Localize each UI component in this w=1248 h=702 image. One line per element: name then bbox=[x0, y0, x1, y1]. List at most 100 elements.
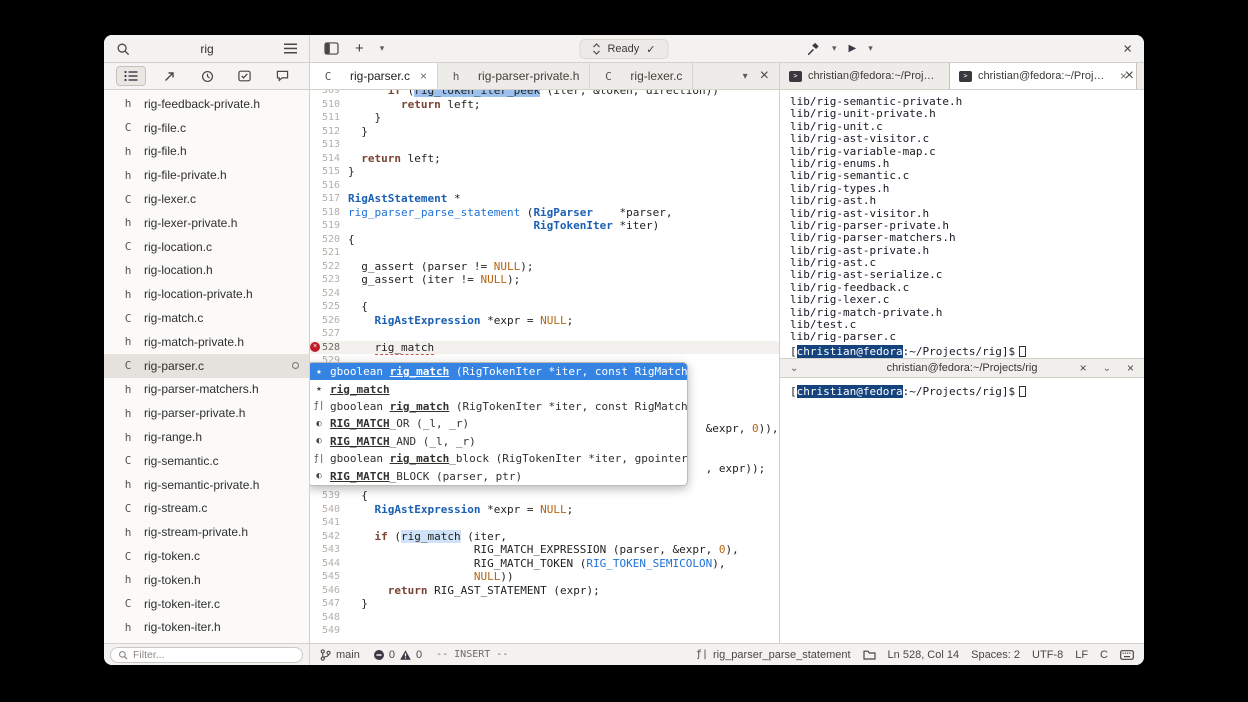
terminal-tab[interactable]: > christian@fedora:~/Projects/rig × bbox=[949, 63, 1138, 89]
new-document-button[interactable]: + bbox=[355, 41, 364, 56]
code-line[interactable]: 523 g_assert (iter != NULL); bbox=[310, 273, 779, 287]
branch-indicator[interactable]: main bbox=[320, 649, 360, 661]
file-item[interactable]: h rig-semantic-private.h bbox=[104, 473, 309, 497]
file-item[interactable]: Crig-file.c bbox=[104, 116, 309, 140]
code-line[interactable]: 543 RIG_MATCH_EXPRESSION (parser, &expr,… bbox=[310, 543, 779, 557]
code-line[interactable]: 546 return RIG_AST_STATEMENT (expr); bbox=[310, 584, 779, 598]
code-line[interactable]: 525 { bbox=[310, 300, 779, 314]
file-item[interactable]: h rig-location.h bbox=[104, 259, 309, 283]
indentation-setting[interactable]: Spaces: 2 bbox=[971, 649, 1020, 661]
code-line[interactable]: 514 return left; bbox=[310, 152, 779, 166]
file-item[interactable]: Crig-location.c bbox=[104, 235, 309, 259]
sidebar-rail-todo-icon[interactable] bbox=[230, 66, 259, 86]
editor-tab[interactable]: h rig-parser-private.h bbox=[438, 63, 591, 89]
run-icon[interactable]: ▶ bbox=[849, 43, 857, 54]
diagnostics-indicator[interactable]: 0 0 bbox=[373, 649, 422, 661]
menu-icon[interactable] bbox=[284, 43, 297, 54]
file-item[interactable]: h rig-parser-private.h bbox=[104, 401, 309, 425]
code-line[interactable]: 512 } bbox=[310, 125, 779, 139]
toggle-panel-icon[interactable] bbox=[324, 42, 339, 55]
folder-icon[interactable] bbox=[862, 649, 876, 660]
run-options-chevron-icon[interactable]: ▾ bbox=[868, 43, 873, 54]
code-line[interactable]: 539 { bbox=[310, 489, 779, 503]
code-line[interactable]: 518 rig_parser_parse_statement (RigParser… bbox=[310, 206, 779, 220]
code-line[interactable]: 517 RigAstStatement * bbox=[310, 192, 779, 206]
pane-chevron-icon[interactable]: ⌄ bbox=[790, 363, 798, 374]
keyboard-icon[interactable] bbox=[1120, 649, 1134, 660]
bottom-terminal[interactable]: [christian@fedora:~/Projects/rig]$ bbox=[780, 378, 1144, 643]
file-item[interactable]: h rig-token.h bbox=[104, 568, 309, 592]
file-item[interactable]: h rig-token-iter.h bbox=[104, 616, 309, 640]
file-item[interactable]: h rig-match-private.h bbox=[104, 330, 309, 354]
code-line[interactable]: 542 if (rig_match (iter, bbox=[310, 529, 779, 544]
close-tab-icon[interactable]: × bbox=[420, 69, 427, 83]
pane-menu-chevron-icon[interactable]: ⌄ bbox=[1103, 363, 1111, 374]
code-line[interactable]: × 528 rig_match bbox=[310, 340, 779, 355]
file-item[interactable]: Crig-lexer.c bbox=[104, 187, 309, 211]
file-item[interactable]: h rig-file-private.h bbox=[104, 163, 309, 187]
code-line[interactable]: 513 bbox=[310, 138, 779, 152]
file-item[interactable]: Crig-match.c bbox=[104, 306, 309, 330]
file-item[interactable]: Crig-stream.c bbox=[104, 497, 309, 521]
search-icon[interactable] bbox=[116, 42, 130, 56]
code-editor[interactable]: 509 if (rig_token_iter_peek (iter, &toke… bbox=[310, 90, 779, 643]
file-item[interactable]: h rig-range.h bbox=[104, 425, 309, 449]
code-line[interactable]: 526 RigAstExpression *expr = NULL; bbox=[310, 314, 779, 328]
completion-item[interactable]: ★ rig_match bbox=[310, 380, 687, 397]
completion-item[interactable]: ★ gboolean rig_match (RigTokenIter *iter,… bbox=[310, 363, 687, 381]
filter-input[interactable]: Filter... bbox=[110, 646, 303, 663]
file-item[interactable]: h rig-lexer-private.h bbox=[104, 211, 309, 235]
sidebar-rail-history-icon[interactable] bbox=[193, 66, 222, 87]
file-item[interactable]: Crig-semantic.c bbox=[104, 449, 309, 473]
language-mode[interactable]: C bbox=[1100, 649, 1108, 661]
code-line[interactable]: 524 bbox=[310, 287, 779, 301]
new-document-chevron-icon[interactable]: ▾ bbox=[380, 43, 385, 54]
tab-list-chevron-icon[interactable]: ▾ bbox=[743, 71, 748, 82]
sidebar-rail-targets-icon[interactable] bbox=[155, 66, 185, 86]
code-line[interactable]: 544 RIG_MATCH_TOKEN (RIG_TOKEN_SEMICOLON… bbox=[310, 557, 779, 571]
code-line[interactable]: 548 bbox=[310, 611, 779, 625]
code-line[interactable]: 527 bbox=[310, 327, 779, 341]
pane-close-icon[interactable]: × bbox=[1080, 361, 1087, 375]
encoding-setting[interactable]: UTF-8 bbox=[1032, 649, 1063, 661]
code-line[interactable]: 545 NULL)) bbox=[310, 570, 779, 584]
code-line[interactable]: 541 bbox=[310, 516, 779, 530]
file-item[interactable]: h rig-stream-private.h bbox=[104, 520, 309, 544]
current-symbol[interactable]: ƒ| rig_parser_parse_statement bbox=[696, 649, 851, 661]
code-line[interactable]: 522 g_assert (parser != NULL); bbox=[310, 260, 779, 274]
code-line[interactable]: 516 bbox=[310, 179, 779, 193]
code-line[interactable]: 521 bbox=[310, 246, 779, 260]
terminal-output-pane[interactable]: lib/rig-semantic-private.h lib/rig-unit-p… bbox=[780, 90, 1144, 358]
file-item[interactable]: Crig-parser.c bbox=[104, 353, 309, 378]
cursor-position[interactable]: Ln 528, Col 14 bbox=[888, 649, 960, 661]
completion-item[interactable]: ◐ RIG_MATCH_OR (_l, _r) bbox=[310, 415, 687, 432]
editor-tab[interactable]: Crig-lexer.c bbox=[590, 63, 694, 89]
terminal-tab[interactable]: > christian@fedora:~/Projects/rig bbox=[780, 63, 949, 89]
omnibar[interactable]: Ready ✓ bbox=[579, 39, 669, 59]
file-item[interactable]: Crig-token-iter.c bbox=[104, 592, 309, 616]
sidebar-rail-project-tree-icon[interactable] bbox=[116, 66, 147, 86]
build-options-chevron-icon[interactable]: ▾ bbox=[832, 43, 837, 54]
build-icon[interactable] bbox=[806, 42, 820, 56]
completion-item[interactable]: ◐ RIG_MATCH_BLOCK (parser, ptr) bbox=[310, 467, 687, 484]
code-line[interactable]: 540 RigAstExpression *expr = NULL; bbox=[310, 503, 779, 517]
editor-tab[interactable]: Crig-parser.c × bbox=[310, 63, 439, 89]
code-line[interactable]: 549 bbox=[310, 624, 779, 638]
line-ending-setting[interactable]: LF bbox=[1075, 649, 1088, 661]
sidebar-rail-messages-icon[interactable] bbox=[268, 66, 297, 86]
code-line[interactable]: 519 RigTokenIter *iter) bbox=[310, 219, 779, 233]
completion-item[interactable]: ◐ RIG_MATCH_AND (_l, _r) bbox=[310, 433, 687, 450]
file-item[interactable]: h rig-feedback-private.h bbox=[104, 92, 309, 116]
completion-item[interactable]: ƒ| gboolean rig_match_block (RigTokenIter… bbox=[310, 450, 687, 467]
file-item[interactable]: h rig-file.h bbox=[104, 140, 309, 164]
code-line[interactable]: 509 if (rig_token_iter_peek (iter, &toke… bbox=[310, 90, 779, 98]
file-item[interactable]: h rig-location-private.h bbox=[104, 282, 309, 306]
file-item[interactable]: h rig-parser-matchers.h bbox=[104, 378, 309, 402]
code-line[interactable]: 547 } bbox=[310, 597, 779, 611]
close-page-icon[interactable]: × bbox=[760, 67, 769, 85]
code-line[interactable]: 510 return left; bbox=[310, 98, 779, 112]
panel-close-icon[interactable]: × bbox=[1127, 361, 1134, 375]
code-line[interactable]: 515} bbox=[310, 165, 779, 179]
file-item[interactable]: Crig-token.c bbox=[104, 544, 309, 568]
close-terminal-tab-icon[interactable]: × bbox=[1125, 67, 1134, 85]
